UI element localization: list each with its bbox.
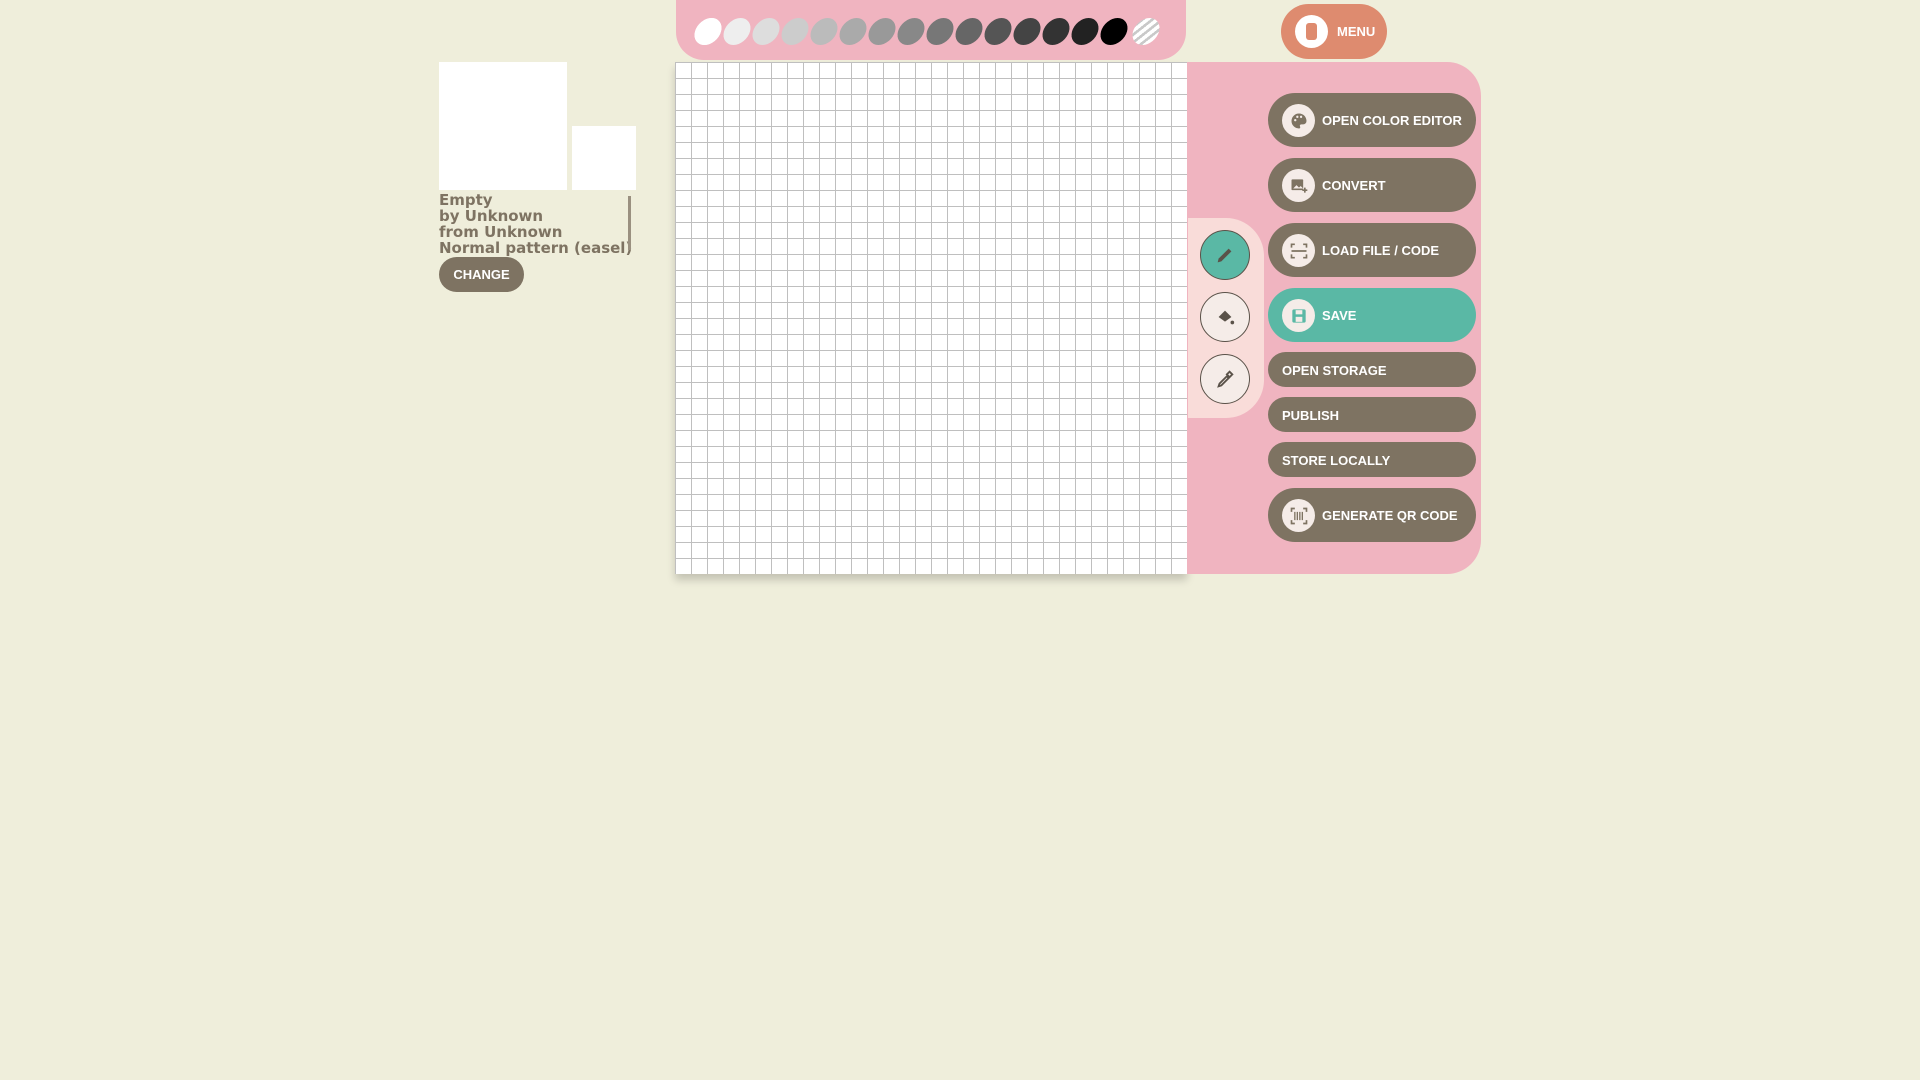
palette-swatch[interactable] — [1039, 18, 1073, 45]
palette-swatch[interactable] — [1097, 18, 1131, 45]
palette-swatch-transparent[interactable] — [1129, 18, 1163, 45]
image-add-icon — [1291, 178, 1307, 193]
palette-swatch[interactable] — [923, 18, 957, 45]
color-palette — [676, 0, 1186, 60]
pattern-town: from Unknown — [439, 223, 563, 241]
menu-label: MENU — [1337, 24, 1376, 39]
palette-icon — [1290, 113, 1306, 128]
pencil-icon — [1217, 248, 1232, 263]
pattern-author: by Unknown — [439, 207, 544, 225]
save-button[interactable]: SAVE — [1268, 288, 1476, 342]
eyedropper-icon — [1217, 370, 1234, 388]
palette-swatch[interactable] — [894, 18, 928, 45]
scan-icon — [1290, 243, 1307, 258]
pattern-preview-small — [572, 126, 636, 190]
menu-icon-circle — [1295, 15, 1328, 48]
info-scrollbar[interactable] — [628, 196, 631, 250]
eyedropper-tool-button[interactable] — [1200, 354, 1250, 404]
pattern-info: Empty by Unknown from Unknown Normal pat… — [439, 191, 633, 257]
floppy-icon — [1291, 308, 1306, 323]
tool-bar — [1188, 218, 1264, 418]
change-button[interactable]: CHANGE — [439, 257, 524, 292]
menu-button[interactable]: MENU — [1281, 4, 1387, 59]
palette-swatch[interactable] — [836, 18, 870, 45]
publish-label: PUBLISH — [1282, 408, 1340, 423]
save-label: SAVE — [1322, 308, 1357, 323]
palette-swatch[interactable] — [1010, 18, 1044, 45]
palette-swatch[interactable] — [952, 18, 986, 45]
paint-bucket-icon — [1218, 310, 1235, 325]
pattern-name: Empty — [439, 191, 493, 209]
palette-swatch[interactable] — [807, 18, 841, 45]
paint-bucket-tool-button[interactable] — [1200, 292, 1250, 342]
palette-swatch[interactable] — [1068, 18, 1102, 45]
palette-swatch[interactable] — [720, 18, 754, 45]
palette-swatch[interactable] — [778, 18, 812, 45]
phone-icon — [1306, 23, 1317, 40]
open-color-editor-label: OPEN COLOR EDITOR — [1322, 113, 1462, 128]
generate-qr-code-label: GENERATE QR CODE — [1322, 508, 1458, 523]
pattern-type: Normal pattern (easel) — [439, 239, 633, 257]
store-locally-button[interactable]: STORE LOCALLY — [1268, 442, 1476, 477]
qr-code-icon — [1290, 507, 1307, 524]
scan-icon-circle — [1282, 234, 1315, 267]
load-file-code-label: LOAD FILE / CODE — [1322, 243, 1439, 258]
publish-button[interactable]: PUBLISH — [1268, 397, 1476, 432]
open-color-editor-button[interactable]: OPEN COLOR EDITOR — [1268, 93, 1476, 147]
palette-swatch[interactable] — [865, 18, 899, 45]
convert-label: CONVERT — [1322, 178, 1386, 193]
pattern-preview-large — [439, 62, 567, 190]
load-file-code-button[interactable]: LOAD FILE / CODE — [1268, 223, 1476, 277]
palette-swatch[interactable] — [981, 18, 1015, 45]
store-locally-label: STORE LOCALLY — [1282, 453, 1391, 468]
convert-button[interactable]: CONVERT — [1268, 158, 1476, 212]
image-add-icon-circle — [1282, 169, 1315, 202]
open-storage-button[interactable]: OPEN STORAGE — [1268, 352, 1476, 387]
palette-icon-circle — [1282, 104, 1315, 137]
drawing-canvas[interactable] — [675, 62, 1187, 574]
floppy-icon-circle — [1282, 299, 1315, 332]
qr-code-icon-circle — [1282, 499, 1315, 532]
open-storage-label: OPEN STORAGE — [1282, 363, 1387, 378]
pencil-tool-button[interactable] — [1200, 230, 1250, 280]
palette-swatch[interactable] — [691, 18, 725, 45]
palette-swatch[interactable] — [749, 18, 783, 45]
generate-qr-code-button[interactable]: GENERATE QR CODE — [1268, 488, 1476, 542]
